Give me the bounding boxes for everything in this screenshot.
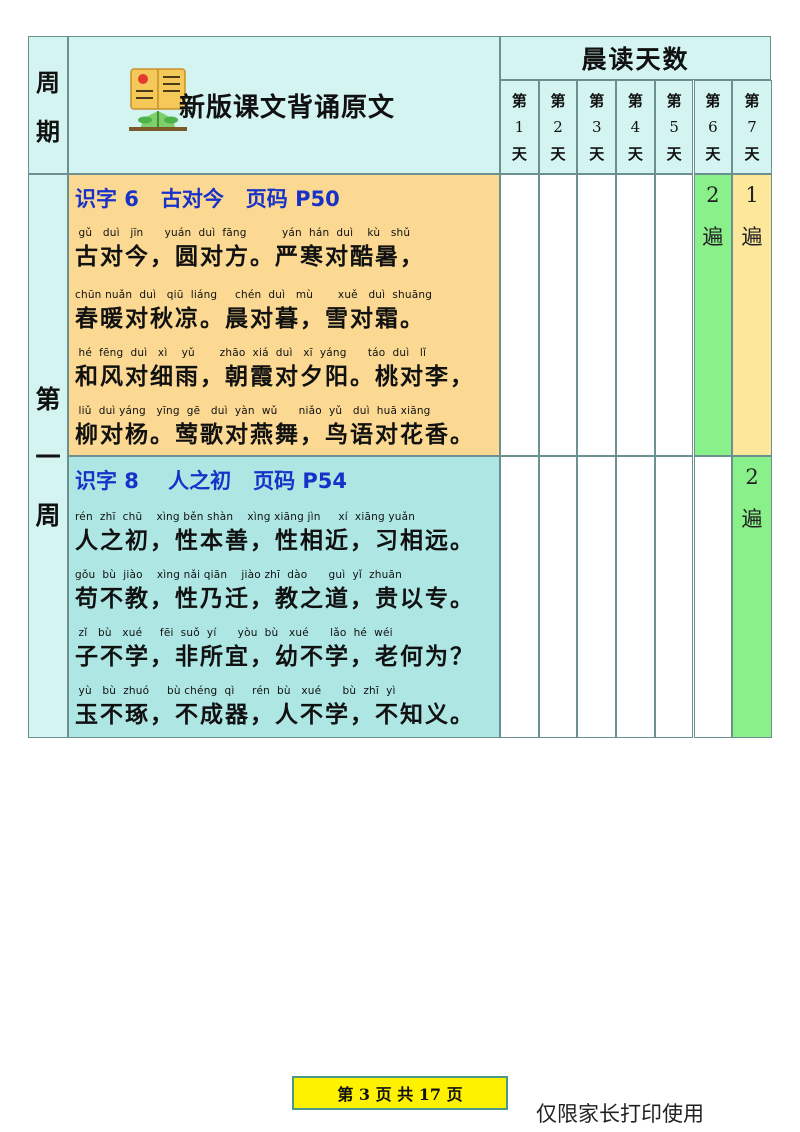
day-header-5: 第 5 天: [654, 80, 694, 174]
hanzi-line: 玉不琢，不成器，人不学，不知义。: [75, 702, 475, 728]
hanzi-line: 和风对细雨，朝霞对夕阳。桃对李，: [75, 364, 475, 390]
day-header-number: 1: [514, 117, 525, 136]
read-count-unit: 遍: [741, 507, 763, 531]
day-header-number: 4: [630, 117, 641, 136]
week-header-char-1: 周: [36, 68, 60, 97]
day-header-2: 第 2 天: [538, 80, 578, 174]
reading-check-cell[interactable]: [538, 174, 578, 456]
text-line: gǒu bù jiào xìng nǎi qiān jiào zhī dào g…: [75, 569, 499, 613]
print-note: 仅限家长打印使用: [536, 1102, 704, 1126]
read-count: 2: [745, 465, 759, 489]
hanzi-line: 柳对杨。莺歌对燕舞，鸟语对花香。: [75, 422, 475, 448]
reading-check-cell[interactable]: [538, 456, 578, 738]
text-line: chūn nuǎn duì qiū liáng chén duì mù xuě …: [75, 289, 499, 333]
reading-check-cell[interactable]: 2遍: [693, 174, 733, 456]
day-header-prefix: 第: [550, 92, 566, 111]
day-header-number: 6: [708, 117, 718, 136]
read-count-unit: 遍: [702, 225, 724, 249]
text-line: gǔ duì jīn yuán duì fāng yán hán duì kù …: [75, 227, 499, 271]
text-line: yù bù zhuó bù chéng qì rén bù xué bù zhī…: [75, 685, 499, 729]
week-label-char-2: 一: [35, 443, 61, 472]
title-header-cell: 新版课文背诵原文: [68, 36, 500, 174]
day-header-prefix: 第: [511, 92, 527, 111]
reading-check-cell[interactable]: [577, 456, 617, 738]
day-header-suffix: 天: [666, 144, 682, 163]
reading-check-cell[interactable]: 1遍: [732, 174, 772, 456]
read-count-unit: 遍: [741, 225, 763, 249]
week-column-header: 周 期: [28, 36, 68, 174]
week-label-char-3: 周: [35, 501, 61, 530]
hanzi-line: 子不学，非所宜，幼不学，老何为？: [75, 644, 475, 670]
morning-reading-header: 晨读天数: [500, 36, 771, 80]
day-header-1: 第 1 天: [500, 80, 539, 174]
morning-reading-label: 晨读天数: [581, 45, 690, 74]
reading-check-cell[interactable]: [654, 174, 694, 456]
day-header-suffix: 天: [744, 144, 760, 163]
text-line: zǐ bù xué fēi suǒ yí yòu bù xué lǎo hé w…: [75, 627, 499, 671]
reading-check-cell[interactable]: [616, 456, 655, 738]
hanzi-line: 苟不教，性乃迁，教之道，贵以专。: [75, 586, 475, 612]
day-header-number: 3: [591, 117, 602, 136]
read-count: 1: [745, 183, 759, 207]
week-header-char-2: 期: [36, 117, 60, 146]
read-count: 2: [706, 183, 720, 207]
reading-check-cell[interactable]: [654, 456, 694, 738]
section-text-cell: 识字 6 古对今 页码 P50 gǔ duì jīn yuán duì fāng…: [68, 174, 500, 456]
day-header-6: 第 6 天: [693, 80, 733, 174]
day-header-suffix: 天: [589, 144, 605, 163]
reading-check-cell[interactable]: [500, 456, 539, 738]
reading-check-cell[interactable]: [693, 456, 733, 738]
day-header-suffix: 天: [511, 144, 527, 163]
page-indicator-text: 第 3 页 共 17 页: [337, 1085, 463, 1104]
week-label-char-1: 第: [35, 385, 61, 414]
day-header-number: 5: [669, 117, 679, 136]
day-header-prefix: 第: [744, 92, 760, 111]
hanzi-line: 人之初，性本善，性相近，习相远。: [75, 528, 475, 554]
day-header-prefix: 第: [627, 92, 643, 111]
day-header-number: 7: [747, 117, 757, 136]
reading-check-cell[interactable]: [500, 174, 539, 456]
day-header-suffix: 天: [550, 144, 566, 163]
text-line: hé fēng duì xì yǔ zhāo xiá duì xī yáng t…: [75, 347, 499, 391]
day-header-number: 2: [553, 117, 563, 136]
day-header-suffix: 天: [705, 144, 721, 163]
text-line: rén zhī chū xìng běn shàn xìng xiāng jìn…: [75, 511, 499, 555]
day-header-suffix: 天: [627, 144, 643, 163]
section-title: 识字 8 人之初 页码 P54: [75, 469, 348, 493]
section-text-cell: 识字 8 人之初 页码 P54 rén zhī chū xìng běn shà…: [68, 456, 500, 738]
reading-check-cell[interactable]: 2遍: [732, 456, 772, 738]
day-header-prefix: 第: [705, 92, 721, 111]
week-label-cell: 第 一 周: [28, 174, 68, 738]
page-indicator: 第 3 页 共 17 页: [292, 1076, 508, 1110]
reading-check-cell[interactable]: [616, 174, 655, 456]
reading-check-cell[interactable]: [577, 174, 617, 456]
day-header-prefix: 第: [666, 92, 682, 111]
text-line: liǔ duì yáng yīng gē duì yàn wǔ niǎo yǔ …: [75, 405, 499, 449]
day-header-3: 第 3 天: [577, 80, 617, 174]
day-header-7: 第 7 天: [732, 80, 772, 174]
hanzi-line: 古对今，圆对方。严寒对酷暑，: [75, 244, 425, 270]
day-header-prefix: 第: [589, 92, 605, 111]
day-header-4: 第 4 天: [616, 80, 655, 174]
section-title: 识字 6 古对今 页码 P50: [75, 187, 340, 211]
document-title: 新版课文背诵原文: [179, 93, 396, 123]
hanzi-line: 春暖对秋凉。晨对暮，雪对霜。: [75, 306, 425, 332]
